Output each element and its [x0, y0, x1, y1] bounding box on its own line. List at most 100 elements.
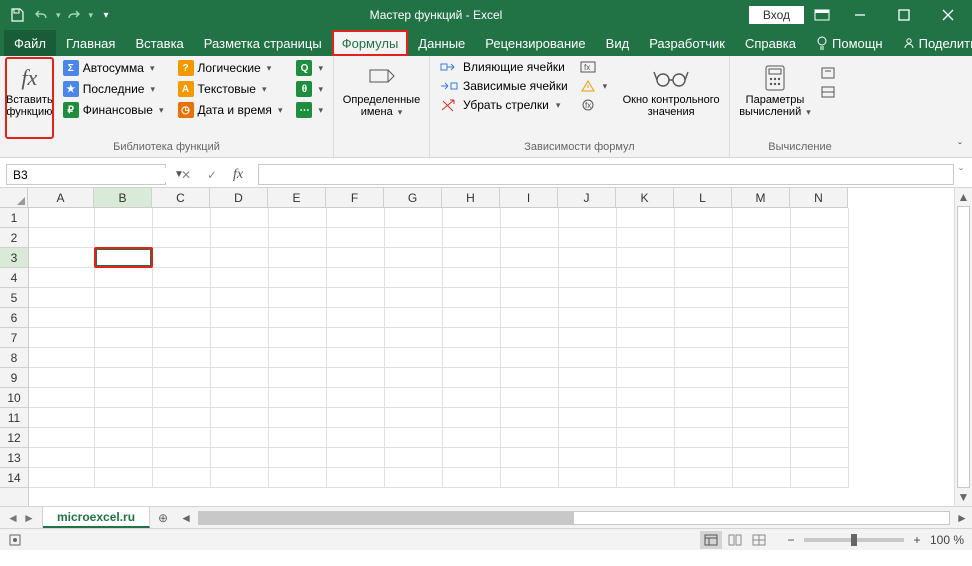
zoom-slider[interactable] [804, 538, 904, 542]
hscroll-track[interactable] [198, 511, 950, 525]
trace-dependents-button[interactable]: Зависимые ячейки [436, 77, 572, 95]
page-layout-view-icon[interactable] [724, 531, 746, 549]
row-header-11[interactable]: 11 [0, 408, 28, 428]
col-header-G[interactable]: G [384, 188, 442, 207]
zoom-out-button[interactable]: − [784, 533, 798, 547]
row-header-9[interactable]: 9 [0, 368, 28, 388]
datetime-button[interactable]: ◷Дата и время▾ [174, 100, 287, 120]
financial-button[interactable]: ₽Финансовые▾ [59, 100, 168, 120]
tab-page-layout[interactable]: Разметка страницы [194, 30, 332, 56]
col-header-C[interactable]: C [152, 188, 210, 207]
col-header-L[interactable]: L [674, 188, 732, 207]
col-header-I[interactable]: I [500, 188, 558, 207]
col-header-F[interactable]: F [326, 188, 384, 207]
insert-function-button[interactable]: fx Вставить функцию [6, 58, 53, 138]
logical-button[interactable]: ?Логические▾ [174, 58, 287, 78]
row-header-14[interactable]: 14 [0, 468, 28, 488]
sheet-prev-icon[interactable]: ◄ [6, 510, 20, 526]
row-header-3[interactable]: 3 [0, 248, 28, 268]
row-header-6[interactable]: 6 [0, 308, 28, 328]
redo-icon[interactable] [63, 4, 85, 26]
hscroll-left-icon[interactable]: ◄ [178, 510, 194, 526]
recent-button[interactable]: ★Последние▾ [59, 79, 168, 99]
name-box[interactable] [7, 168, 174, 182]
page-break-view-icon[interactable] [748, 531, 770, 549]
cells-area[interactable] [29, 208, 954, 506]
row-header-5[interactable]: 5 [0, 288, 28, 308]
evaluate-formula-button[interactable]: fx [576, 96, 612, 114]
hscroll-thumb[interactable] [199, 512, 574, 524]
zoom-in-button[interactable]: + [910, 533, 924, 547]
calc-sheet-button[interactable] [816, 83, 840, 101]
tab-formulas[interactable]: Формулы [332, 30, 409, 56]
redo-dropdown-icon[interactable]: ▾ [89, 10, 94, 21]
tab-file[interactable]: Файл [4, 30, 56, 56]
lookup-button[interactable]: Q▾ [292, 58, 327, 78]
row-header-12[interactable]: 12 [0, 428, 28, 448]
tab-share[interactable]: Поделиться [893, 30, 972, 56]
col-header-N[interactable]: N [790, 188, 848, 207]
maximize-button[interactable] [884, 1, 924, 29]
zoom-level[interactable]: 100 % [930, 533, 964, 547]
error-checking-button[interactable]: ▾ [576, 77, 612, 95]
vscroll-thumb[interactable] [957, 206, 970, 488]
autosum-button[interactable]: ΣАвтосумма▾ [59, 58, 168, 78]
col-header-D[interactable]: D [210, 188, 268, 207]
col-header-H[interactable]: H [442, 188, 500, 207]
vertical-scrollbar[interactable]: ▲ ▼ [954, 188, 972, 506]
close-button[interactable] [928, 1, 968, 29]
calculation-options-button[interactable]: Параметры вычислений ▾ [736, 58, 814, 138]
normal-view-icon[interactable] [700, 531, 722, 549]
watch-window-button[interactable]: Окно контрольного значения [619, 58, 723, 138]
row-header-13[interactable]: 13 [0, 448, 28, 468]
ribbon-options-icon[interactable] [808, 3, 836, 27]
undo-icon[interactable] [30, 4, 52, 26]
trace-precedents-button[interactable]: Влияющие ячейки [436, 58, 572, 76]
col-header-M[interactable]: M [732, 188, 790, 207]
undo-dropdown-icon[interactable]: ▾ [56, 10, 61, 21]
scroll-up-icon[interactable]: ▲ [955, 188, 972, 206]
sheet-tab-active[interactable]: microexcel.ru [43, 507, 150, 528]
tab-help[interactable]: Справка [735, 30, 806, 56]
insert-function-icon[interactable]: fx [228, 165, 248, 185]
row-header-7[interactable]: 7 [0, 328, 28, 348]
row-header-8[interactable]: 8 [0, 348, 28, 368]
collapse-ribbon-icon[interactable]: ˇ [952, 139, 968, 155]
row-header-2[interactable]: 2 [0, 228, 28, 248]
tab-review[interactable]: Рецензирование [475, 30, 595, 56]
row-header-4[interactable]: 4 [0, 268, 28, 288]
scroll-down-icon[interactable]: ▼ [955, 488, 972, 506]
col-header-B[interactable]: B [94, 188, 152, 207]
minimize-button[interactable] [840, 1, 880, 29]
tab-developer[interactable]: Разработчик [639, 30, 735, 56]
horizontal-scrollbar[interactable]: ◄ ► [176, 507, 972, 528]
tab-insert[interactable]: Вставка [125, 30, 193, 56]
calc-now-button[interactable] [816, 64, 840, 82]
enter-icon[interactable]: ✓ [202, 165, 222, 185]
tab-data[interactable]: Данные [408, 30, 475, 56]
qat-customize-icon[interactable]: ▾ [95, 4, 117, 26]
row-header-1[interactable]: 1 [0, 208, 28, 228]
cancel-icon[interactable]: ✕ [176, 165, 196, 185]
add-sheet-button[interactable]: ⊕ [150, 507, 176, 528]
zoom-thumb[interactable] [851, 534, 857, 546]
record-macro-icon[interactable] [8, 533, 22, 547]
tab-tell-me[interactable]: Помощн [806, 30, 893, 56]
hscroll-right-icon[interactable]: ► [954, 510, 970, 526]
signin-button[interactable]: Вход [749, 6, 804, 24]
tab-home[interactable]: Главная [56, 30, 125, 56]
show-formulas-button[interactable]: fx [576, 58, 612, 76]
row-header-10[interactable]: 10 [0, 388, 28, 408]
math-button[interactable]: θ▾ [292, 79, 327, 99]
formula-input[interactable] [258, 164, 954, 185]
defined-names-button[interactable]: Определенные имена ▾ [340, 58, 423, 138]
col-header-J[interactable]: J [558, 188, 616, 207]
col-header-K[interactable]: K [616, 188, 674, 207]
col-header-E[interactable]: E [268, 188, 326, 207]
sheet-next-icon[interactable]: ► [22, 510, 36, 526]
more-functions-button[interactable]: ⋯▾ [292, 100, 327, 120]
save-icon[interactable] [6, 4, 28, 26]
text-button[interactable]: AТекстовые▾ [174, 79, 287, 99]
tab-view[interactable]: Вид [596, 30, 640, 56]
select-all-corner[interactable] [0, 188, 28, 208]
